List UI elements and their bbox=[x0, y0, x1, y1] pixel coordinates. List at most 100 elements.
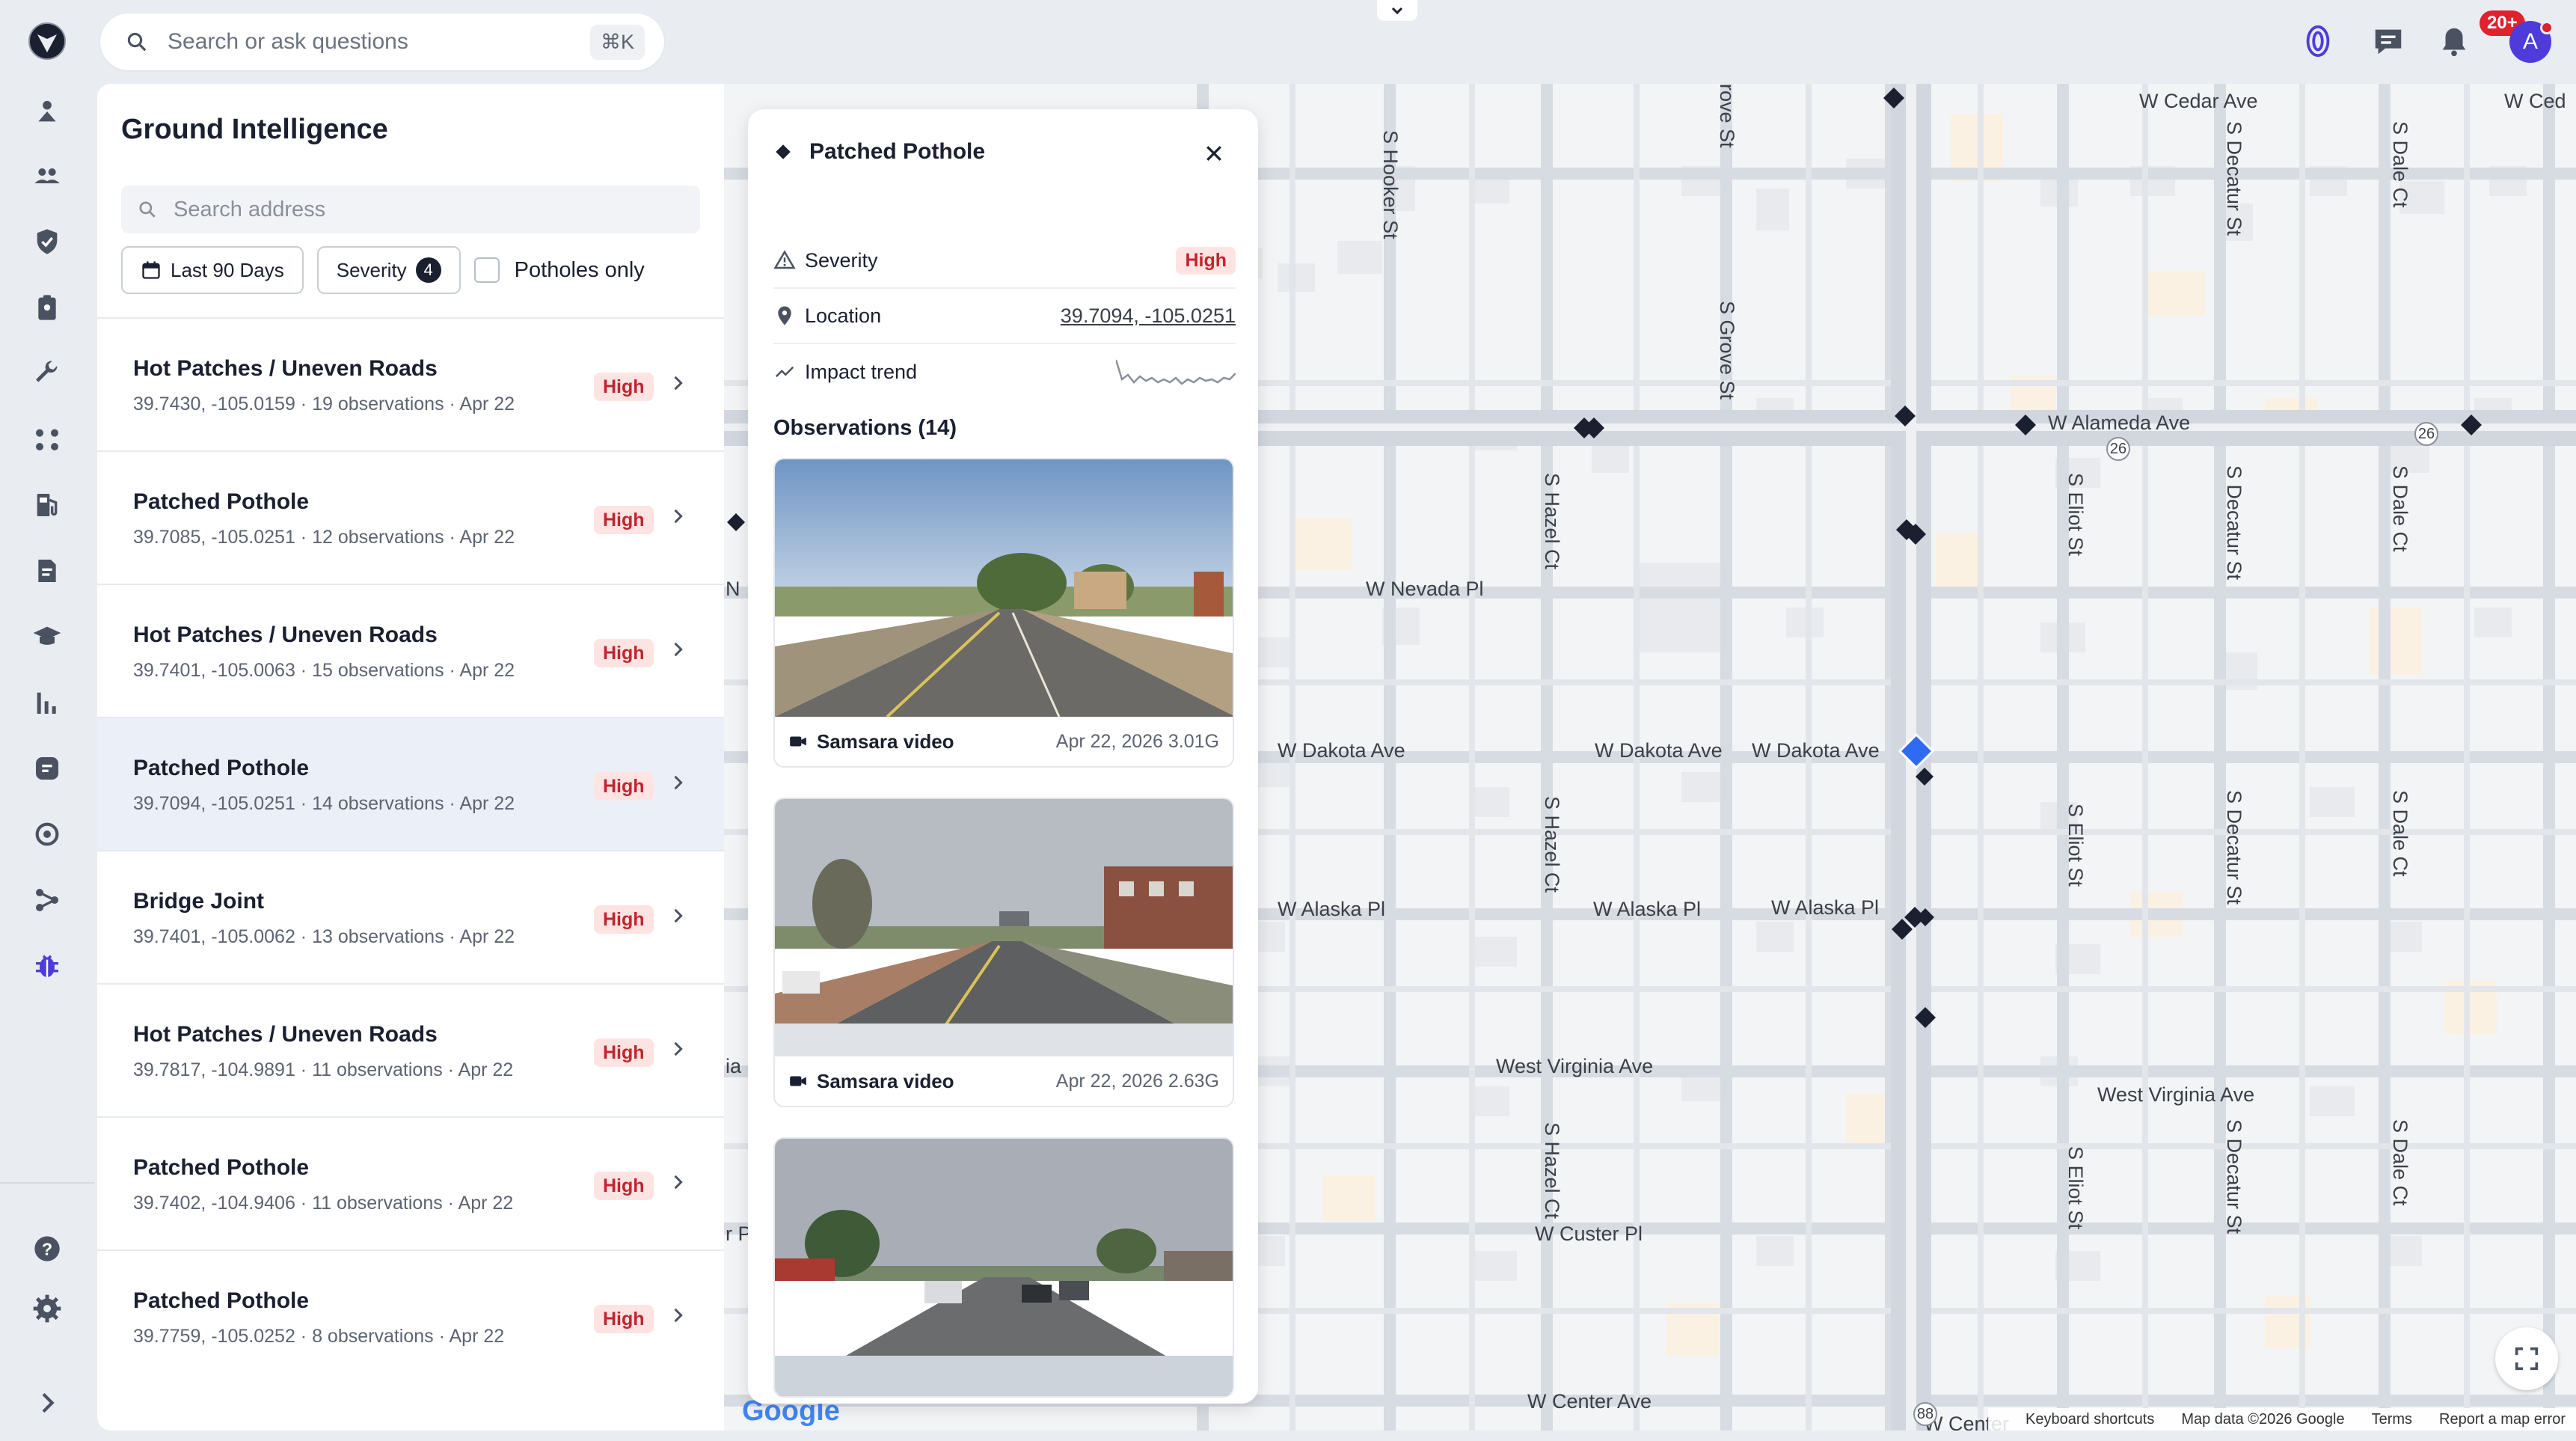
app-logo-icon[interactable] bbox=[27, 18, 67, 64]
list-item[interactable]: Hot Patches / Uneven Roads 39.7430, -105.… bbox=[97, 317, 724, 450]
keyboard-shortcuts-link[interactable]: Keyboard shortcuts bbox=[2025, 1411, 2154, 1428]
street-label: N bbox=[726, 578, 740, 600]
street-label: W Alaska Pl bbox=[1771, 896, 1880, 919]
target-icon[interactable] bbox=[30, 817, 64, 851]
chevron-right-icon bbox=[674, 376, 683, 391]
bell-icon[interactable] bbox=[2437, 24, 2471, 58]
settings-icon[interactable] bbox=[30, 1291, 64, 1326]
search-icon bbox=[139, 201, 156, 218]
list-item[interactable]: Patched Pothole 39.7759, -105.0252 · 8 ob… bbox=[97, 1249, 724, 1383]
close-icon[interactable] bbox=[1203, 142, 1225, 165]
street-label: W Alaska Pl bbox=[1278, 898, 1386, 920]
address-search-placeholder: Search address bbox=[174, 197, 326, 221]
street-label: W Dakota Ave bbox=[1752, 739, 1880, 762]
clipboard-icon[interactable] bbox=[30, 290, 64, 325]
video-camera-icon bbox=[790, 1076, 806, 1086]
diamond-marker-icon bbox=[776, 144, 791, 159]
fullscreen-button[interactable] bbox=[2495, 1327, 2558, 1390]
ai-assistant-icon[interactable] bbox=[2301, 22, 2335, 60]
global-search-input[interactable]: Search or ask questions ⌘K bbox=[100, 13, 664, 70]
help-icon[interactable]: ? bbox=[30, 1232, 64, 1266]
address-search-input[interactable]: Search address bbox=[121, 186, 700, 233]
observation-timestamp: Apr 22, 2026 2.63G bbox=[1055, 1070, 1219, 1092]
street-label: S Hooker St bbox=[1379, 130, 1402, 239]
list-item[interactable]: Patched Pothole 39.7094, -105.0251 · 14 o… bbox=[97, 717, 724, 850]
severity-badge: High bbox=[594, 1305, 654, 1333]
street-label: W Cedar Ave bbox=[2139, 90, 2258, 112]
academy-icon[interactable] bbox=[30, 619, 64, 654]
report-error-link[interactable]: Report a map error bbox=[2439, 1411, 2566, 1428]
detail-panel: Patched Pothole Severity High Location 3… bbox=[748, 109, 1258, 1404]
observation-thumbnail bbox=[775, 459, 1233, 717]
terms-link[interactable]: Terms bbox=[2372, 1411, 2412, 1428]
street-label: S Decatur St bbox=[2223, 465, 2245, 581]
chevron-down-icon bbox=[1391, 7, 1403, 15]
severity-filter-count: 4 bbox=[415, 257, 441, 283]
potholes-only-checkbox[interactable] bbox=[473, 257, 500, 283]
street-label: S Dale Ct bbox=[2389, 790, 2411, 877]
observation-timestamp: Apr 22, 2026 3.01G bbox=[1055, 730, 1219, 752]
list-item[interactable]: Patched Pothole 39.7402, -104.9406 · 11 o… bbox=[97, 1116, 724, 1249]
severity-badge: High bbox=[594, 1038, 654, 1067]
street-label: ia bbox=[726, 1055, 742, 1077]
potholes-only-label: Potholes only bbox=[514, 257, 645, 282]
document-icon[interactable] bbox=[30, 554, 64, 588]
list-item[interactable]: Hot Patches / Uneven Roads 39.7401, -105.… bbox=[97, 584, 724, 717]
location-label: Location bbox=[805, 304, 882, 327]
expand-chevron-icon[interactable] bbox=[30, 1386, 64, 1420]
search-icon bbox=[127, 32, 147, 52]
results-list: Hot Patches / Uneven Roads 39.7430, -105.… bbox=[97, 317, 724, 1383]
nav-rail: ? bbox=[0, 0, 94, 1441]
users-icon[interactable] bbox=[30, 159, 64, 193]
calendar-icon bbox=[142, 261, 160, 279]
severity-filter[interactable]: Severity 4 bbox=[316, 246, 461, 294]
street-label: W Alameda Ave bbox=[2048, 412, 2191, 434]
list-item[interactable]: Hot Patches / Uneven Roads 39.7817, -104.… bbox=[97, 983, 724, 1116]
severity-badge: High bbox=[594, 772, 654, 801]
street-label: S Hazel Ct bbox=[1541, 796, 1563, 893]
collapse-toolbar-button[interactable] bbox=[1377, 0, 1417, 21]
date-range-filter[interactable]: Last 90 Days bbox=[121, 246, 304, 294]
potholes-only-toggle[interactable]: Potholes only bbox=[473, 257, 645, 283]
impact-sparkline bbox=[1116, 359, 1236, 385]
street-label: W Center Ave bbox=[1527, 1390, 1652, 1413]
list-item-meta: 39.7085, -105.0251 · 12 observations · A… bbox=[133, 527, 515, 548]
route-shield: 26 bbox=[2414, 422, 2438, 446]
map-pin-person-icon[interactable] bbox=[30, 94, 64, 129]
severity-badge: High bbox=[594, 373, 654, 401]
wrench-icon[interactable] bbox=[30, 356, 64, 391]
street-label: W Dakota Ave bbox=[1595, 739, 1723, 762]
severity-badge: High bbox=[594, 506, 654, 534]
chat-icon[interactable] bbox=[2371, 24, 2405, 58]
severity-filter-label: Severity bbox=[336, 258, 407, 281]
list-item-meta: 39.7402, -104.9406 · 11 observations · A… bbox=[133, 1193, 514, 1214]
impact-trend-label: Impact trend bbox=[805, 360, 918, 383]
severity-badge: High bbox=[594, 905, 654, 934]
svg-text:?: ? bbox=[42, 1239, 52, 1258]
chevron-right-icon bbox=[674, 908, 683, 923]
chevron-right-icon bbox=[674, 1175, 683, 1190]
observation-caption: Samsara video Apr 22, 2026 3.01G bbox=[775, 717, 1233, 766]
observation-card[interactable] bbox=[773, 1137, 1234, 1398]
location-link[interactable]: 39.7094, -105.0251 bbox=[1061, 305, 1236, 328]
chevron-right-icon bbox=[674, 642, 683, 657]
fuel-icon[interactable] bbox=[30, 488, 64, 522]
list-item-title: Patched Pothole bbox=[133, 756, 310, 780]
list-item[interactable]: Bridge Joint 39.7401, -105.0062 · 13 obse… bbox=[97, 850, 724, 983]
severity-badge: High bbox=[594, 639, 654, 667]
routes-icon[interactable] bbox=[30, 422, 64, 456]
shield-check-icon[interactable] bbox=[30, 224, 64, 259]
rail-divider bbox=[0, 1182, 94, 1184]
observation-card[interactable]: Samsara video Apr 22, 2026 2.63G bbox=[773, 798, 1234, 1107]
workflow-icon[interactable] bbox=[30, 883, 64, 917]
street-label: W Dakota Ave bbox=[1278, 739, 1405, 762]
street-label: S Eliot St bbox=[2064, 1146, 2087, 1230]
message-icon[interactable] bbox=[30, 751, 64, 786]
bug-icon[interactable] bbox=[30, 949, 64, 983]
observation-card[interactable]: Samsara video Apr 22, 2026 3.01G bbox=[773, 458, 1234, 768]
chevron-right-icon bbox=[674, 509, 683, 524]
list-item-meta: 39.7401, -105.0062 · 13 observations · A… bbox=[133, 926, 515, 947]
list-item[interactable]: Patched Pothole 39.7085, -105.0251 · 12 o… bbox=[97, 450, 724, 584]
page-title: Ground Intelligence bbox=[121, 114, 388, 145]
bar-chart-icon[interactable] bbox=[30, 685, 64, 720]
